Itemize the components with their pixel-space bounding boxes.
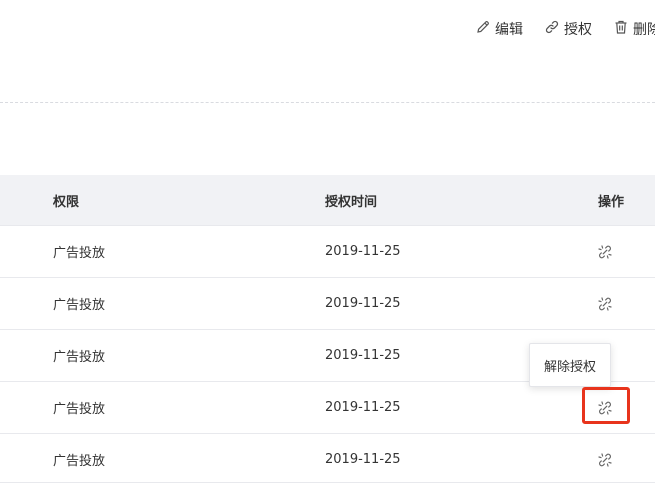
cell-auth-time: 2019-11-25 <box>325 348 401 363</box>
trash-icon <box>613 19 629 39</box>
cell-permission: 广告投放 <box>53 246 106 261</box>
unlink-icon[interactable] <box>596 434 614 485</box>
permission-card: 编辑 授权 删除 权限 授权时间 操作 广告投放 2019-11-25 广告投放… <box>0 0 655 485</box>
section-divider <box>0 102 655 103</box>
cell-permission: 广告投放 <box>53 402 106 417</box>
table-row: 广告投放 2019-11-25 <box>0 277 655 329</box>
authorize-label: 授权 <box>564 22 592 38</box>
cell-permission: 广告投放 <box>53 454 106 469</box>
table-header: 权限 授权时间 操作 <box>0 175 655 225</box>
unlink-icon[interactable] <box>596 278 614 329</box>
permission-table: 权限 授权时间 操作 广告投放 2019-11-25 广告投放 2019-11-… <box>0 175 655 485</box>
table-row: 广告投放 2019-11-25 <box>0 433 655 485</box>
authorize-button[interactable]: 授权 <box>544 19 592 39</box>
pencil-icon <box>475 19 491 39</box>
table-row: 广告投放 2019-11-25 <box>0 381 655 433</box>
highlight-box <box>582 387 630 424</box>
header-auth-time: 授权时间 <box>325 194 378 210</box>
unlink-icon[interactable] <box>596 226 614 277</box>
header-permission: 权限 <box>53 194 80 210</box>
cell-auth-time: 2019-11-25 <box>325 400 401 415</box>
cell-permission: 广告投放 <box>53 350 106 365</box>
cell-permission: 广告投放 <box>53 298 106 313</box>
cell-auth-time: 2019-11-25 <box>325 452 401 467</box>
delete-label: 删除 <box>633 22 655 38</box>
toolbar: 编辑 授权 删除 <box>0 0 655 60</box>
edit-button[interactable]: 编辑 <box>475 19 523 39</box>
tooltip-text: 解除授权 <box>543 359 596 375</box>
edit-label: 编辑 <box>495 22 523 38</box>
cell-auth-time: 2019-11-25 <box>325 296 401 311</box>
table-row: 广告投放 2019-11-25 <box>0 225 655 277</box>
cell-auth-time: 2019-11-25 <box>325 244 401 259</box>
link-icon <box>544 19 560 39</box>
delete-button[interactable]: 删除 <box>613 19 655 39</box>
table-bottom-border <box>0 482 655 483</box>
unauthorize-tooltip: 解除授权 <box>529 343 611 387</box>
header-operation: 操作 <box>598 194 625 210</box>
